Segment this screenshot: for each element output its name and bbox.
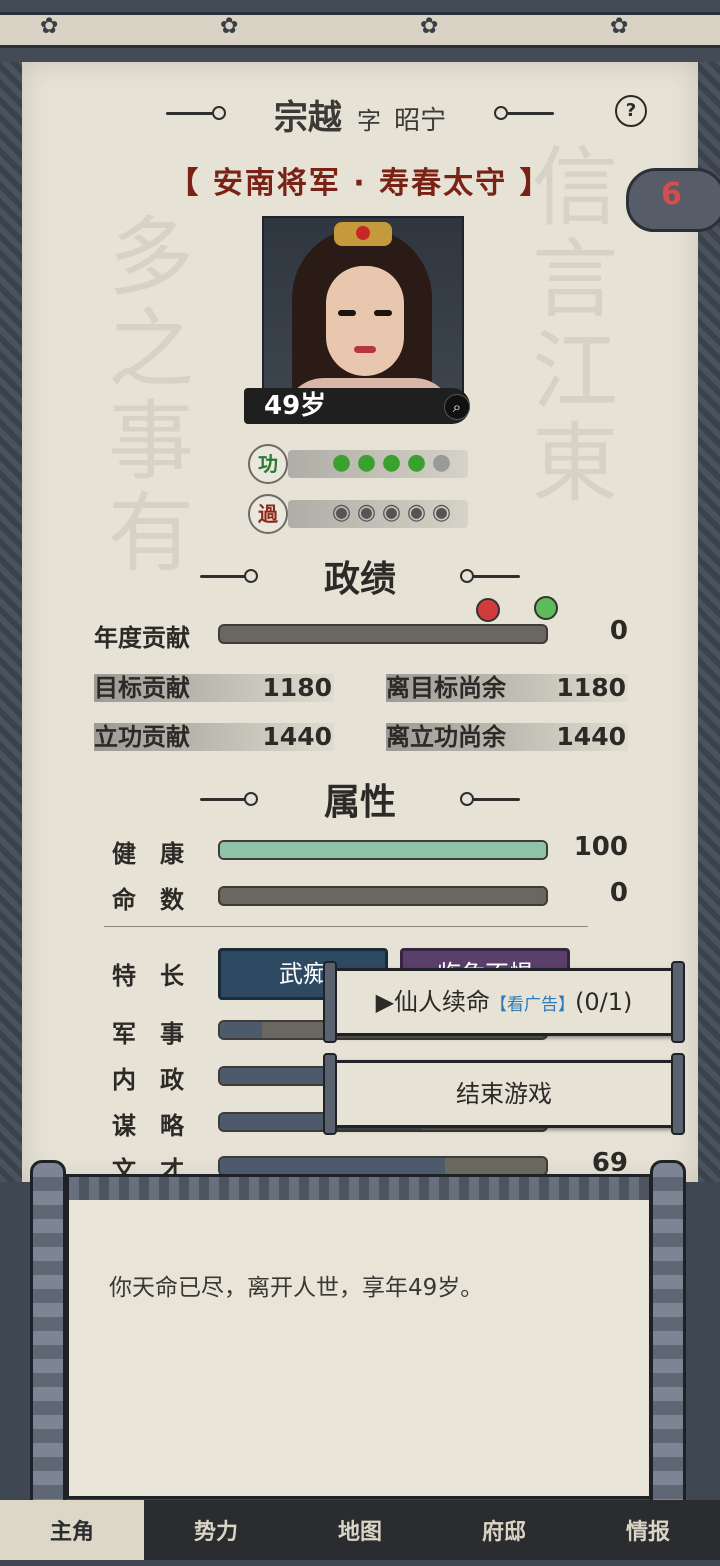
fate-value: 0 (609, 878, 628, 908)
courtesy-name: 昭宁 (394, 106, 447, 136)
background-calligraphy: 多之事有 (108, 208, 194, 584)
tab-intel[interactable]: 情报 (576, 1500, 720, 1560)
portrait-lips (354, 346, 376, 353)
revive-label: ▶仙人续命 (375, 988, 491, 1016)
health-bar (218, 840, 548, 860)
portrait-face (326, 266, 404, 376)
admin-label: 内 政 (112, 1066, 184, 1094)
merit-pip-icon: ● (356, 450, 377, 475)
remaining-merit-value: 1440 (556, 722, 626, 751)
tab-map[interactable]: 地图 (288, 1500, 432, 1560)
character-name-row: 宗越 字 昭宁 (0, 90, 720, 139)
message-scroll: 你天命已尽，离开人世，享年49岁。 (30, 1160, 686, 1516)
merit-pip-icon: ● (406, 450, 427, 475)
target-contribution-label: 目标贡献 (94, 674, 190, 702)
merit-pips: ● ● ● ● ● (330, 450, 453, 476)
politics-title: 政绩 (323, 559, 396, 600)
demerit-pips: ◉ ◉ ◉ ◉ ◉ (330, 500, 453, 526)
menu-cap (323, 1053, 337, 1135)
office-title: 【 安南将军 · 寿春太守 】 (168, 166, 552, 201)
scroll-rod-left (30, 1160, 66, 1516)
demerit-pip-icon: ◉ (331, 500, 352, 525)
scroll-rod-right (650, 1160, 686, 1516)
merit-contribution: 立功贡献 1440 (94, 723, 334, 751)
courtesy-label: 字 (356, 107, 381, 135)
demerit-row: 過 ◉ ◉ ◉ ◉ ◉ (248, 494, 468, 534)
demerit-pip-icon: ◉ (431, 500, 452, 525)
end-game-label: 结束游戏 (456, 1080, 552, 1108)
remaining-merit: 离立功尚余 1440 (386, 723, 628, 751)
remaining-merit-label: 离立功尚余 (386, 723, 506, 751)
scroll-body: 你天命已尽，离开人世，享年49岁。 (66, 1200, 652, 1499)
military-fill (220, 1022, 263, 1038)
zoom-icon[interactable]: ⌕ (444, 394, 470, 420)
merit-badge: 功 (248, 444, 288, 484)
merit-contribution-value: 1440 (262, 722, 332, 751)
health-value: 100 (573, 832, 628, 862)
revive-text-row: ▶仙人续命【看广告】(0/1) (337, 971, 671, 1036)
merit-row: 功 ● ● ● ● ● (248, 444, 468, 484)
remaining-target-label: 离目标尚余 (386, 674, 506, 702)
flower-icon: ✿ (610, 14, 629, 39)
special-label: 特 长 (112, 962, 184, 990)
character-name: 宗越 (273, 98, 342, 138)
target-contribution: 目标贡献 1180 (94, 674, 334, 702)
fate-bar (218, 886, 548, 906)
portrait-eye (338, 310, 356, 316)
annual-contribution-bar (218, 624, 548, 644)
target-contribution-value: 1180 (262, 673, 332, 702)
tab-mansion[interactable]: 府邸 (432, 1500, 576, 1560)
merit-pip-icon: ● (381, 450, 402, 475)
merit-pip-icon: ● (431, 450, 452, 475)
portrait-eye (374, 310, 392, 316)
merit-marker-icon (534, 596, 558, 620)
health-fill (220, 842, 546, 858)
demerit-pip-icon: ◉ (356, 500, 377, 525)
watch-ad-label: 【看广告】 (490, 995, 576, 1015)
flower-icon: ✿ (220, 14, 239, 39)
revive-count: (0/1) (575, 988, 633, 1016)
menu-cap (323, 961, 337, 1043)
help-button[interactable]: ? (615, 95, 647, 127)
health-label: 健 康 (112, 840, 184, 868)
tab-faction[interactable]: 势力 (144, 1500, 288, 1560)
left-frame (0, 62, 22, 1182)
military-label: 军 事 (112, 1020, 184, 1048)
annual-contribution-label: 年度贡献 (94, 624, 190, 652)
bottom-tab-bar: 主角 势力 地图 府邸 情报 (0, 1500, 720, 1560)
strategy-label: 谋 略 (112, 1112, 184, 1140)
annual-contribution-value: 0 (609, 616, 628, 646)
demerit-badge: 過 (248, 494, 288, 534)
age-band: 49岁 (244, 388, 470, 424)
end-game-menu-item[interactable]: 结束游戏 (323, 1053, 685, 1135)
demerit-pip-icon: ◉ (406, 500, 427, 525)
divider (104, 926, 588, 927)
fate-label: 命 数 (112, 886, 184, 914)
remaining-target: 离目标尚余 1180 (386, 674, 628, 702)
death-message: 你天命已尽，离开人世，享年49岁。 (109, 1275, 484, 1301)
menu-cap (671, 1053, 685, 1135)
merit-contribution-label: 立功贡献 (94, 723, 190, 751)
menu-cap (671, 961, 685, 1043)
revive-menu-item[interactable]: ▶仙人续命【看广告】(0/1) (323, 961, 685, 1043)
remaining-target-value: 1180 (556, 673, 626, 702)
target-marker-icon (476, 598, 500, 622)
merit-pip-icon: ● (331, 450, 352, 475)
portrait-gem (356, 226, 370, 240)
demerit-pip-icon: ◉ (381, 500, 402, 525)
tab-protagonist[interactable]: 主角 (0, 1500, 144, 1560)
attributes-title: 属性 (323, 782, 396, 823)
top-decorative-border: ✿ ✿ ✿ ✿ (0, 0, 720, 66)
flower-icon: ✿ (420, 14, 439, 39)
flower-icon: ✿ (40, 14, 59, 39)
character-age: 49岁 (264, 391, 327, 421)
